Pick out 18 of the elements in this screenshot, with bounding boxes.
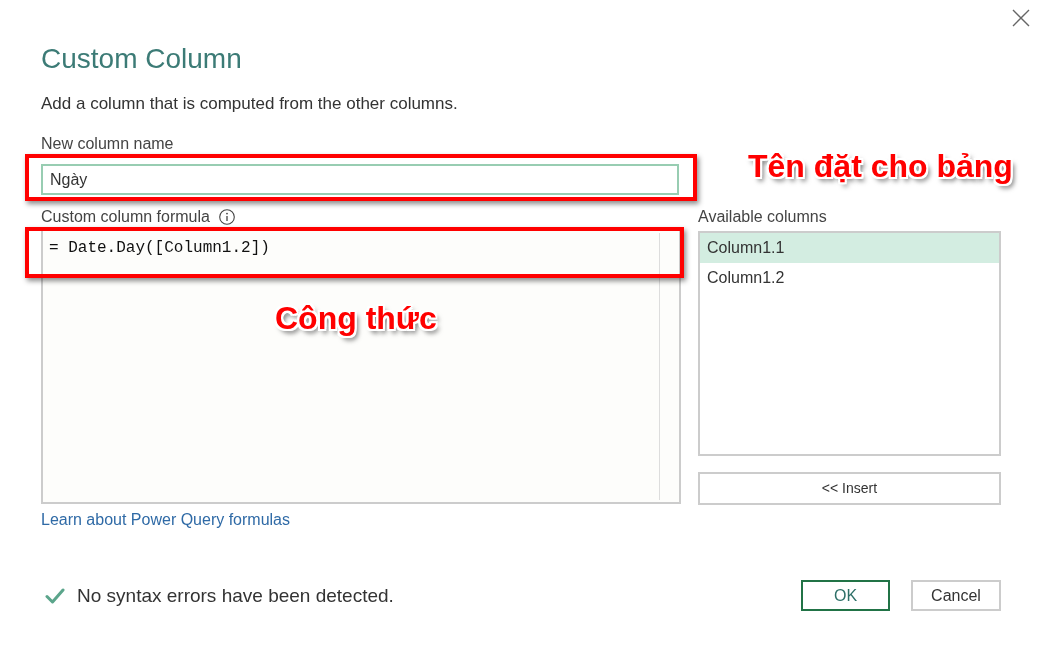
annotation-text: Công thức: [275, 300, 437, 336]
column-list[interactable]: Column1.1 Column1.2: [698, 231, 1001, 456]
field-label: Available columns: [698, 208, 827, 226]
annotation-text: Tên đặt cho bảng: [748, 148, 1013, 184]
column-list-item[interactable]: Column1.1: [700, 233, 999, 263]
close-icon: [1012, 9, 1030, 27]
help-link[interactable]: Learn about Power Query formulas: [41, 510, 290, 530]
field-label: Custom column formula: [41, 208, 210, 226]
dialog-title: Custom Column: [41, 42, 242, 76]
cancel-button[interactable]: Cancel: [911, 580, 1001, 611]
column-name-input[interactable]: Ngày: [41, 164, 679, 195]
info-icon[interactable]: [218, 209, 235, 225]
field-label: New column name: [41, 135, 174, 153]
insert-button[interactable]: << Insert: [698, 472, 1001, 505]
close-button[interactable]: [1012, 9, 1030, 27]
dialog-description: Add a column that is computed from the other columns.: [41, 93, 458, 115]
status-message: No syntax errors have been detected.: [77, 583, 394, 608]
ok-button[interactable]: OK: [801, 580, 890, 611]
